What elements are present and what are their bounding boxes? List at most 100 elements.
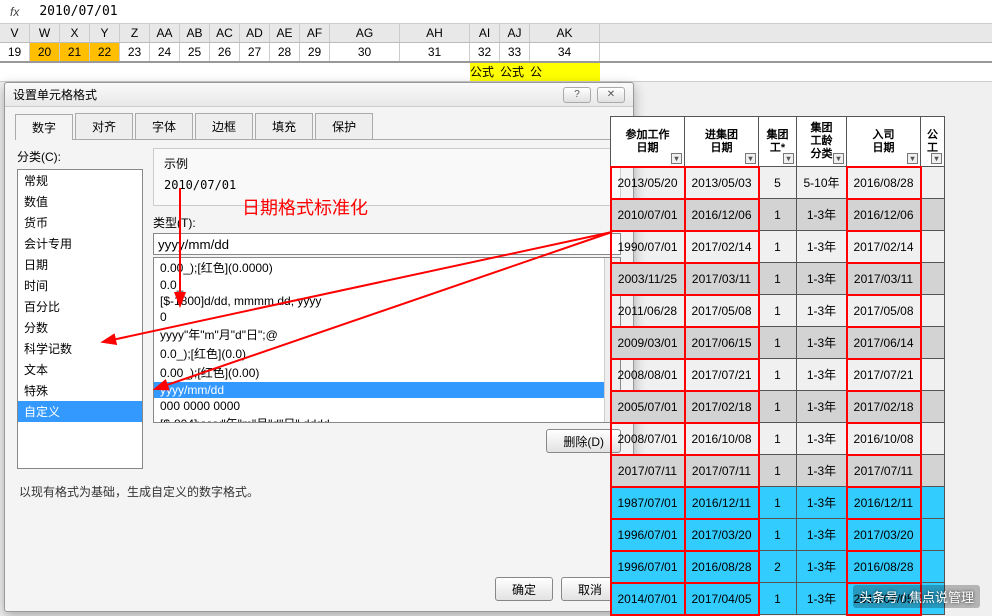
column-number[interactable]: 26 (210, 43, 240, 61)
table-cell[interactable]: 1 (759, 583, 797, 615)
table-cell[interactable]: 1-3年 (797, 263, 847, 295)
table-cell[interactable]: 2017/05/08 (685, 295, 759, 327)
category-item[interactable]: 数值 (18, 191, 142, 212)
column-number[interactable]: 27 (240, 43, 270, 61)
category-item[interactable]: 常规 (18, 170, 142, 191)
table-cell[interactable]: 1987/07/01 (611, 487, 685, 519)
table-cell[interactable]: 2017/07/11 (685, 455, 759, 487)
column-letter[interactable]: AH (400, 24, 470, 42)
table-cell[interactable]: 2013/05/20 (611, 167, 685, 199)
column-number[interactable]: 21 (60, 43, 90, 61)
table-cell[interactable]: 1-3年 (797, 583, 847, 615)
column-letter[interactable]: AB (180, 24, 210, 42)
filter-dropdown-icon[interactable]: ▾ (931, 153, 942, 164)
table-cell[interactable]: 2009/03/01 (611, 327, 685, 359)
table-cell[interactable]: 1 (759, 327, 797, 359)
type-item[interactable]: 0.0_ (154, 277, 620, 293)
table-cell[interactable]: 2017/02/18 (685, 391, 759, 423)
column-letter[interactable]: AK (530, 24, 600, 42)
category-item[interactable]: 货币 (18, 212, 142, 233)
table-cell[interactable]: 2014/07/01 (611, 583, 685, 615)
filter-dropdown-icon[interactable]: ▾ (833, 153, 844, 164)
table-cell[interactable]: 2017/02/18 (847, 391, 921, 423)
table-cell[interactable]: 1 (759, 359, 797, 391)
column-letter[interactable]: Y (90, 24, 120, 42)
table-cell[interactable]: 2016/12/06 (847, 199, 921, 231)
column-number[interactable]: 20 (30, 43, 60, 61)
type-item[interactable]: [$-804]yyyy"年"m"月"d"日" dddd (154, 414, 620, 423)
table-cell[interactable]: 1-3年 (797, 199, 847, 231)
type-item[interactable]: 0.00_);[红色](0.00) (154, 363, 620, 382)
type-item[interactable]: [$-1800]d/dd, mmmm dd, yyyy (154, 293, 620, 309)
table-cell[interactable]: 1 (759, 199, 797, 231)
table-cell[interactable] (921, 199, 945, 231)
formula-value[interactable]: 2010/07/01 (39, 4, 117, 19)
column-letter[interactable]: X (60, 24, 90, 42)
type-item[interactable]: 000 0000 0000 (154, 398, 620, 414)
table-cell[interactable]: 2017/07/21 (685, 359, 759, 391)
table-cell[interactable]: 2008/08/01 (611, 359, 685, 391)
table-header[interactable]: 参加工作 日期▾ (611, 117, 685, 167)
table-cell[interactable]: 2016/12/06 (685, 199, 759, 231)
column-number[interactable]: 34 (530, 43, 600, 61)
ok-button[interactable]: 确定 (495, 577, 553, 601)
table-header[interactable]: 公 工▾ (921, 117, 945, 167)
category-item[interactable]: 特殊 (18, 380, 142, 401)
column-letter[interactable]: AE (270, 24, 300, 42)
column-number[interactable]: 33 (500, 43, 530, 61)
category-item[interactable]: 百分比 (18, 296, 142, 317)
tab-字体[interactable]: 字体 (135, 113, 193, 139)
table-header[interactable]: 进集团 日期▾ (685, 117, 759, 167)
category-item[interactable]: 自定义 (18, 401, 142, 422)
category-item[interactable]: 文本 (18, 359, 142, 380)
table-header[interactable]: 集团 工*▾ (759, 117, 797, 167)
type-list[interactable]: 0.00_);[红色](0.0000)0.0_[$-1800]d/dd, mmm… (153, 257, 621, 423)
filter-dropdown-icon[interactable]: ▾ (671, 153, 682, 164)
column-number[interactable]: 30 (330, 43, 400, 61)
table-cell[interactable]: 1 (759, 455, 797, 487)
table-cell[interactable]: 1 (759, 231, 797, 263)
column-letter[interactable]: V (0, 24, 30, 42)
column-number[interactable]: 32 (470, 43, 500, 61)
tab-填充[interactable]: 填充 (255, 113, 313, 139)
category-item[interactable]: 时间 (18, 275, 142, 296)
tab-保护[interactable]: 保护 (315, 113, 373, 139)
table-cell[interactable]: 1-3年 (797, 455, 847, 487)
table-cell[interactable]: 2017/03/11 (685, 263, 759, 295)
table-cell[interactable]: 2016/10/08 (685, 423, 759, 455)
column-number[interactable]: 28 (270, 43, 300, 61)
table-cell[interactable]: 2017/03/11 (847, 263, 921, 295)
column-letter[interactable]: AI (470, 24, 500, 42)
table-header[interactable]: 入司 日期▾ (847, 117, 921, 167)
table-cell[interactable] (921, 327, 945, 359)
tab-对齐[interactable]: 对齐 (75, 113, 133, 139)
table-cell[interactable]: 1 (759, 391, 797, 423)
table-cell[interactable]: 2017/02/14 (847, 231, 921, 263)
table-cell[interactable] (921, 519, 945, 551)
column-letter[interactable]: AD (240, 24, 270, 42)
table-header[interactable]: 集团 工龄 分类▾ (797, 117, 847, 167)
table-cell[interactable]: 2010/07/01 (611, 199, 685, 231)
table-cell[interactable]: 2017/04/05 (685, 583, 759, 615)
table-cell[interactable]: 1 (759, 423, 797, 455)
table-cell[interactable]: 2003/11/25 (611, 263, 685, 295)
table-cell[interactable]: 2017/03/20 (847, 519, 921, 551)
help-button[interactable]: ? (563, 87, 591, 103)
column-number[interactable]: 23 (120, 43, 150, 61)
table-cell[interactable]: 1-3年 (797, 359, 847, 391)
table-cell[interactable]: 1-3年 (797, 295, 847, 327)
table-cell[interactable]: 1 (759, 263, 797, 295)
category-item[interactable]: 日期 (18, 254, 142, 275)
table-cell[interactable] (921, 231, 945, 263)
column-number[interactable]: 31 (400, 43, 470, 61)
table-cell[interactable]: 2017/07/11 (847, 455, 921, 487)
category-item[interactable]: 分数 (18, 317, 142, 338)
type-item[interactable]: 0.00_);[红色](0.0000) (154, 258, 620, 277)
table-cell[interactable]: 2016/12/11 (685, 487, 759, 519)
table-cell[interactable]: 1 (759, 487, 797, 519)
table-cell[interactable]: 2011/06/28 (611, 295, 685, 327)
table-cell[interactable]: 1-3年 (797, 327, 847, 359)
table-cell[interactable] (921, 423, 945, 455)
table-cell[interactable]: 1990/07/01 (611, 231, 685, 263)
table-cell[interactable] (921, 455, 945, 487)
